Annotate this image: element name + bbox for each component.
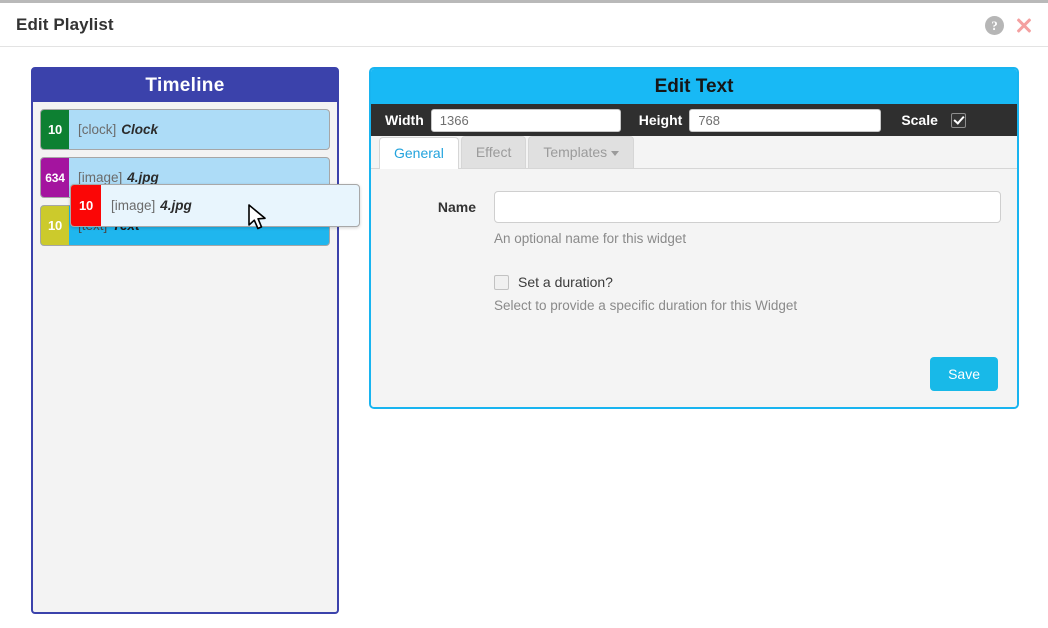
tab-templates[interactable]: Templates — [528, 136, 635, 168]
scale-checkbox[interactable] — [950, 112, 966, 128]
name-field-row: Name An optional name for this widget Se… — [371, 191, 1017, 313]
close-icon[interactable] — [1014, 15, 1034, 35]
item-label: [image] 4.jpg — [101, 185, 359, 226]
name-label: Name — [437, 199, 476, 215]
height-label: Height — [638, 112, 683, 128]
tab-effect[interactable]: Effect — [460, 136, 527, 168]
titlebar-actions: ? — [985, 15, 1034, 35]
tab-general[interactable]: General — [379, 137, 459, 169]
set-duration-checkbox[interactable] — [494, 274, 509, 290]
name-input[interactable] — [494, 191, 1001, 223]
item-type: [image] — [78, 170, 123, 185]
item-duration-badge: 634 — [41, 158, 69, 197]
item-type: [clock] — [78, 122, 117, 137]
width-input[interactable] — [430, 108, 621, 132]
general-tab-form: Name An optional name for this widget Se… — [371, 169, 1017, 407]
item-name: Clock — [121, 122, 159, 137]
tab-templates-label: Templates — [543, 144, 608, 160]
width-label: Width — [385, 112, 424, 128]
tab-bar: General Effect Templates — [371, 136, 1017, 169]
height-input[interactable] — [689, 108, 882, 132]
item-type: [image] — [111, 198, 156, 213]
timeline-header: Timeline — [33, 69, 337, 102]
name-field-control: An optional name for this widget Set a d… — [494, 191, 1001, 313]
item-label: [clock] Clock — [69, 110, 329, 149]
timeline-list: 10 [clock] Clock 634 [image] 4.jpg 10 [t… — [33, 102, 337, 607]
form-actions: Save — [930, 357, 998, 391]
save-button[interactable]: Save — [930, 357, 998, 391]
modal-titlebar: Edit Playlist ? — [0, 3, 1048, 47]
list-item[interactable]: 10 [clock] Clock — [40, 109, 330, 150]
timeline-panel: Timeline 10 [clock] Clock 634 [image] 4.… — [31, 67, 339, 614]
scale-label: Scale — [901, 112, 938, 128]
edit-text-panel: Edit Text Width Height Scale General Eff… — [369, 67, 1019, 409]
chevron-down-icon — [611, 150, 620, 156]
item-duration-badge: 10 — [41, 206, 69, 245]
name-help-text: An optional name for this widget — [494, 231, 687, 246]
item-name: 4.jpg — [160, 198, 192, 213]
page-title: Edit Playlist — [16, 15, 114, 34]
item-name: 4.jpg — [127, 170, 159, 185]
item-duration-badge: 10 — [71, 185, 101, 226]
duration-checkbox-row: Set a duration? — [494, 274, 1001, 290]
edit-playlist-modal: Edit Playlist ? Timeline 10 [clock] Cloc… — [0, 0, 1048, 628]
dimensions-toolbar: Width Height Scale — [371, 104, 1017, 136]
question-circle-icon[interactable]: ? — [985, 15, 1004, 35]
set-duration-label: Set a duration? — [518, 274, 613, 290]
item-duration-badge: 10 — [41, 110, 69, 149]
timeline-drag-helper[interactable]: 10 [image] 4.jpg — [70, 184, 360, 227]
edit-panel-title: Edit Text — [371, 69, 1017, 104]
duration-help-text: Select to provide a specific duration fo… — [494, 298, 798, 313]
